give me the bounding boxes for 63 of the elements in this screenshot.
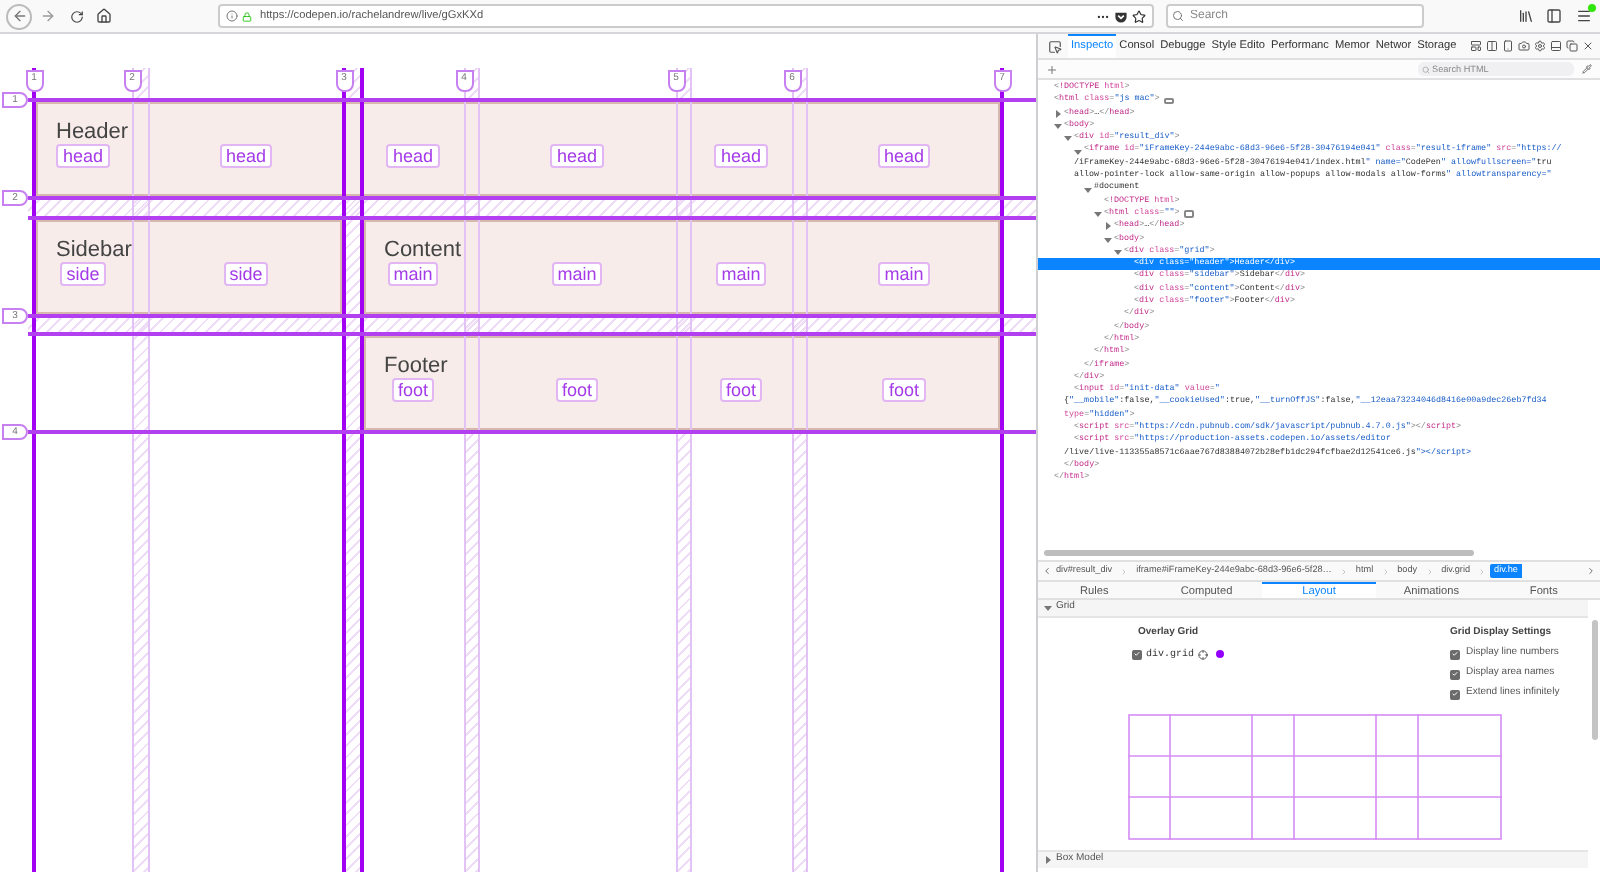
settings-icon[interactable] — [1534, 40, 1546, 52]
area-name-label: head — [714, 143, 768, 167]
menu-button[interactable] — [1576, 8, 1592, 24]
area-title: Content — [384, 238, 462, 262]
phone-icon[interactable] — [1502, 40, 1514, 52]
collapse-arrow-icon[interactable] — [1054, 122, 1062, 131]
checkmark-icon — [1452, 650, 1458, 658]
expand-arrow-icon[interactable] — [1104, 222, 1112, 231]
back-button[interactable] — [6, 3, 32, 29]
menu-icon — [1576, 8, 1592, 24]
area-name-label: head — [386, 143, 440, 167]
area-title: Sidebar — [56, 238, 132, 262]
reload-icon[interactable] — [70, 9, 84, 23]
element-picker-icon[interactable] — [1048, 39, 1062, 53]
collapse-arrow-icon[interactable] — [1074, 147, 1082, 156]
collapse-arrow-icon[interactable] — [1104, 235, 1112, 244]
event-badge-icon[interactable] — [1183, 210, 1194, 218]
lock-icon — [242, 11, 252, 21]
expand-arrow-icon[interactable] — [1044, 856, 1052, 864]
sidebar-icon[interactable] — [1546, 8, 1562, 24]
library-icon[interactable] — [1518, 8, 1534, 24]
area-name-label: foot — [882, 377, 925, 401]
collapse-arrow-icon[interactable] — [1064, 134, 1072, 143]
layout-icon[interactable] — [1470, 40, 1482, 52]
home-icon[interactable] — [96, 8, 112, 24]
pocket-icon[interactable] — [1114, 9, 1128, 23]
area-name-label: side — [60, 261, 106, 285]
checkbox[interactable] — [1132, 649, 1142, 660]
forward-icon[interactable] — [40, 8, 56, 24]
copy-icon[interactable] — [1566, 40, 1578, 52]
star-icon[interactable] — [1132, 9, 1146, 23]
eyedropper-icon[interactable] — [1582, 64, 1592, 74]
checkmark-icon — [1452, 670, 1458, 678]
area-name-label: main — [878, 261, 930, 285]
area-name-label: head — [550, 143, 604, 167]
event-badge-icon[interactable] — [1163, 97, 1174, 105]
search-icon — [1422, 65, 1430, 73]
dock-icon[interactable] — [1550, 40, 1562, 52]
vertical-scrollbar[interactable] — [1592, 620, 1598, 740]
area-title: Header — [56, 120, 129, 144]
columns-icon[interactable] — [1486, 40, 1498, 52]
back-arrow-icon — [11, 8, 27, 24]
area-title: Footer — [384, 354, 448, 378]
close-icon[interactable] — [1582, 40, 1594, 52]
collapse-arrow-icon[interactable] — [1094, 210, 1102, 219]
checkbox[interactable] — [1450, 649, 1460, 659]
expand-arrow-icon[interactable] — [1054, 109, 1062, 118]
checkbox[interactable] — [1450, 689, 1460, 699]
collapse-arrow-icon[interactable] — [1114, 248, 1122, 256]
horizontal-scrollbar[interactable] — [1044, 550, 1474, 556]
area-name-label: head — [56, 143, 110, 167]
search-icon — [1172, 10, 1184, 22]
checkbox[interactable] — [1450, 669, 1460, 679]
info-icon[interactable] — [226, 10, 238, 22]
camera-icon[interactable] — [1518, 40, 1530, 52]
scroll-right-icon[interactable] — [1586, 566, 1596, 576]
add-node-icon[interactable] — [1046, 63, 1058, 75]
collapse-arrow-icon[interactable] — [1084, 185, 1092, 194]
collapse-arrow-icon[interactable] — [1044, 604, 1052, 612]
checkmark-icon — [1452, 690, 1458, 698]
checkmark-icon — [1134, 650, 1140, 659]
scroll-left-icon[interactable] — [1042, 566, 1052, 576]
target-icon[interactable] — [1198, 649, 1209, 660]
